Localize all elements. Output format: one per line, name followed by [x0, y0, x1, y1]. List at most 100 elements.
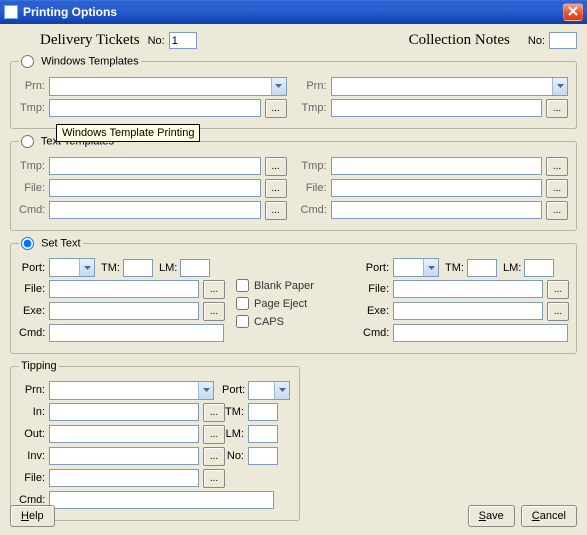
tip-no-input[interactable]: [248, 447, 278, 465]
page-eject-label: Page Eject: [254, 298, 307, 310]
footer: Help Save Cancel: [10, 505, 577, 527]
st-right-exe-browse[interactable]: ...: [547, 302, 569, 321]
txt-right-tmp-label: Tmp:: [301, 160, 331, 172]
txt-left-file-label: File:: [19, 182, 49, 194]
chevron-down-icon[interactable]: [79, 259, 94, 276]
win-right-tmp-input[interactable]: [331, 99, 543, 117]
win-right-prn-combo[interactable]: [331, 77, 569, 96]
chevron-down-icon[interactable]: [552, 78, 567, 95]
tip-port-combo[interactable]: [248, 381, 290, 400]
tip-out-input[interactable]: [49, 425, 199, 443]
app-icon: [4, 5, 18, 19]
st-left-lm-label: LM:: [159, 262, 177, 274]
st-left-file-browse[interactable]: ...: [203, 280, 225, 299]
caps-check[interactable]: [236, 315, 249, 328]
st-left-file-input[interactable]: [49, 280, 199, 298]
win-left-tmp-browse[interactable]: ...: [265, 99, 287, 118]
tip-prn-label: Prn:: [19, 384, 49, 396]
txt-left-cmd-input[interactable]: [49, 201, 261, 219]
st-left-cmd-label: Cmd:: [19, 327, 49, 339]
collection-no-input[interactable]: [549, 32, 577, 49]
chevron-down-icon[interactable]: [274, 382, 289, 399]
delivery-no-label: No:: [148, 35, 165, 47]
tip-out-label: Out:: [19, 428, 49, 440]
win-left-prn-combo[interactable]: [49, 77, 287, 96]
txt-right-file-input[interactable]: [331, 179, 543, 197]
st-right-exe-label: Exe:: [363, 305, 393, 317]
tip-no-label: No:: [222, 450, 248, 462]
st-left-tm-input[interactable]: [123, 259, 153, 277]
blank-paper-check[interactable]: [236, 279, 249, 292]
txt-right-cmd-browse[interactable]: ...: [546, 201, 568, 220]
txt-left-tmp-input[interactable]: [49, 157, 261, 175]
st-right-exe-input[interactable]: [393, 302, 543, 320]
windows-templates-legend[interactable]: Windows Templates: [19, 55, 141, 68]
tip-inv-label: Inv:: [19, 450, 49, 462]
header-row: Delivery Tickets No: Collection Notes No…: [10, 32, 577, 49]
tip-lm-input[interactable]: [248, 425, 278, 443]
caps-label: CAPS: [254, 316, 284, 328]
tip-tm-label: TM:: [222, 406, 248, 418]
win-left-tmp-label: Tmp:: [19, 102, 49, 114]
st-left-exe-input[interactable]: [49, 302, 199, 320]
txt-right-tmp-input[interactable]: [331, 157, 543, 175]
txt-right-cmd-input[interactable]: [331, 201, 543, 219]
close-button[interactable]: [563, 3, 583, 21]
txt-right-file-browse[interactable]: ...: [546, 179, 568, 198]
chevron-down-icon[interactable]: [423, 259, 438, 276]
delivery-no-input[interactable]: [169, 32, 197, 49]
st-right-port-combo[interactable]: [393, 258, 439, 277]
text-templates-group: Text Templates Tmp: ... File: ... Cmd: .…: [10, 135, 577, 231]
blank-paper-checkbox[interactable]: Blank Paper: [236, 279, 357, 292]
txt-left-file-input[interactable]: [49, 179, 261, 197]
st-left-exe-browse[interactable]: ...: [203, 302, 225, 321]
txt-left-tmp-browse[interactable]: ...: [265, 157, 287, 176]
st-right-lm-input[interactable]: [524, 259, 554, 277]
set-text-legend-label: Set Text: [41, 237, 81, 249]
st-right-cmd-label: Cmd:: [363, 327, 393, 339]
txt-right-tmp-browse[interactable]: ...: [546, 157, 568, 176]
win-right-tmp-label: Tmp:: [301, 102, 331, 114]
page-eject-check[interactable]: [236, 297, 249, 310]
st-left-port-label: Port:: [19, 262, 49, 274]
win-right-tmp-browse[interactable]: ...: [546, 99, 568, 118]
text-templates-radio[interactable]: [21, 135, 34, 148]
save-button[interactable]: Save: [468, 505, 515, 527]
help-label-rest: elp: [29, 510, 44, 522]
win-left-tmp-input[interactable]: [49, 99, 261, 117]
set-text-group: Set Text Port: TM: LM: File:: [10, 237, 577, 354]
caps-checkbox[interactable]: CAPS: [236, 315, 357, 328]
tip-inv-input[interactable]: [49, 447, 199, 465]
st-left-cmd-input[interactable]: [49, 324, 224, 342]
tipping-legend: Tipping: [19, 360, 59, 372]
titlebar: Printing Options: [0, 0, 587, 24]
chevron-down-icon[interactable]: [271, 78, 286, 95]
st-right-file-input[interactable]: [393, 280, 543, 298]
tip-tm-input[interactable]: [248, 403, 278, 421]
txt-left-cmd-browse[interactable]: ...: [265, 201, 287, 220]
windows-templates-radio[interactable]: [21, 55, 34, 68]
windows-templates-group: Windows Templates Prn: Tmp: ...: [10, 55, 577, 129]
tip-lm-label: LM:: [222, 428, 248, 440]
win-left-prn-label: Prn:: [19, 80, 49, 92]
txt-left-file-browse[interactable]: ...: [265, 179, 287, 198]
tip-prn-combo[interactable]: [49, 381, 214, 400]
tip-in-label: In:: [19, 406, 49, 418]
st-right-cmd-input[interactable]: [393, 324, 568, 342]
tip-in-input[interactable]: [49, 403, 199, 421]
txt-left-tmp-label: Tmp:: [19, 160, 49, 172]
set-text-legend[interactable]: Set Text: [19, 237, 83, 250]
st-right-tm-input[interactable]: [467, 259, 497, 277]
cancel-button[interactable]: Cancel: [521, 505, 577, 527]
help-button[interactable]: Help: [10, 505, 55, 527]
set-text-radio[interactable]: [21, 237, 34, 250]
tooltip: Windows Template Printing: [56, 124, 200, 142]
page-eject-checkbox[interactable]: Page Eject: [236, 297, 357, 310]
tip-file-input[interactable]: [49, 469, 199, 487]
st-left-port-combo[interactable]: [49, 258, 95, 277]
chevron-down-icon[interactable]: [198, 382, 213, 399]
st-left-lm-input[interactable]: [180, 259, 210, 277]
window-title: Printing Options: [23, 5, 117, 19]
save-label-rest: ave: [486, 510, 504, 522]
st-right-file-browse[interactable]: ...: [547, 280, 569, 299]
